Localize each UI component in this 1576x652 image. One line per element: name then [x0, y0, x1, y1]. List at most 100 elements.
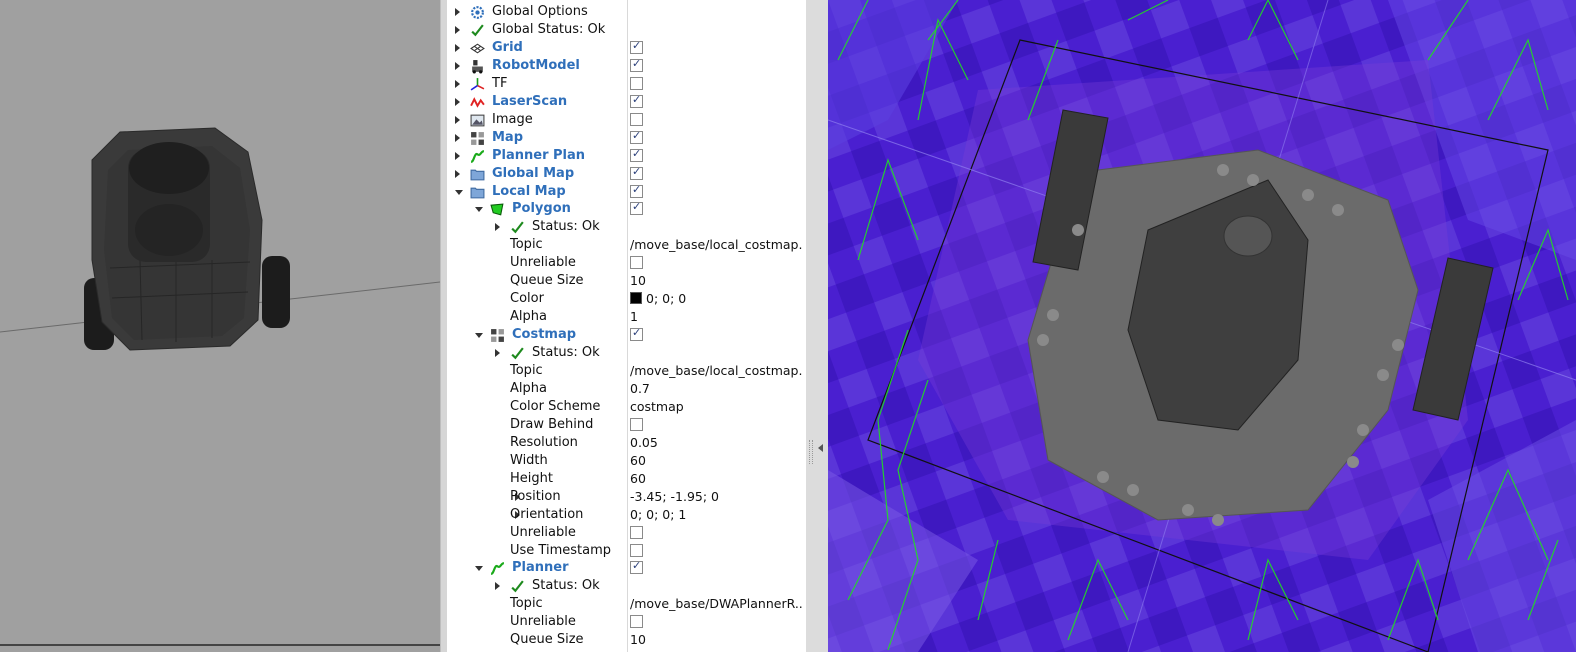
row-label: Alpha	[510, 309, 547, 325]
expand-right-icon[interactable]	[455, 133, 460, 142]
expand-right-icon[interactable]	[455, 43, 460, 52]
tree-row[interactable]: Color 0; 0; 0	[447, 290, 806, 308]
property-value[interactable]: 0; 0; 0	[630, 291, 686, 307]
tree-row[interactable]: Height 60	[447, 470, 806, 488]
expand-right-icon[interactable]	[495, 582, 500, 591]
enable-checkbox[interactable]	[630, 256, 643, 270]
tree-row[interactable]: Topic/move_base/local_costmap...	[447, 362, 806, 380]
tree-row[interactable]: Planner Plan	[447, 147, 806, 165]
enable-checkbox[interactable]	[630, 57, 643, 72]
expand-right-icon[interactable]	[495, 223, 500, 232]
tree-row[interactable]: LaserScan	[447, 93, 806, 111]
property-value[interactable]: /move_base/DWAPlannerR...	[630, 596, 802, 612]
property-value[interactable]: 10	[630, 632, 646, 648]
row-label: Use Timestamp	[510, 542, 611, 558]
enable-checkbox[interactable]	[630, 93, 643, 108]
tree-row[interactable]: Map	[447, 129, 806, 147]
property-value[interactable]: 60	[630, 471, 646, 487]
property-value[interactable]: 10	[630, 273, 646, 289]
expand-down-icon[interactable]	[475, 333, 483, 339]
tree-row[interactable]: Status: Ok	[447, 344, 806, 362]
tree-row[interactable]: Alpha 1	[447, 308, 806, 326]
splitter-grip[interactable]	[809, 440, 813, 464]
property-value[interactable]: /move_base/local_costmap...	[630, 237, 802, 253]
tree-row[interactable]: Costmap	[447, 326, 806, 344]
enable-checkbox[interactable]	[630, 559, 643, 575]
tree-row[interactable]: Topic/move_base/local_costmap...	[447, 236, 806, 254]
tree-row[interactable]: Orientation 0; 0; 0; 1	[447, 506, 806, 524]
tree-row[interactable]: Global Status: Ok	[447, 21, 806, 39]
color-swatch[interactable]	[630, 292, 642, 305]
property-value[interactable]: -3.45; -1.95; 0	[630, 489, 719, 505]
expand-right-icon[interactable]	[455, 25, 460, 34]
property-value[interactable]: 1	[630, 309, 638, 325]
tree-row[interactable]: Queue Size 10	[447, 272, 806, 290]
enable-checkbox[interactable]	[630, 112, 643, 126]
expand-right-icon[interactable]	[455, 61, 460, 70]
enable-checkbox[interactable]	[630, 76, 643, 90]
tree-row[interactable]: Status: Ok	[447, 577, 806, 595]
splitter-right[interactable]	[806, 0, 828, 652]
tree-row[interactable]: Queue Size 10	[447, 631, 806, 649]
enable-checkbox[interactable]	[630, 417, 643, 431]
expand-right-icon[interactable]	[455, 169, 460, 178]
property-value[interactable]: 60	[630, 453, 646, 469]
enable-checkbox[interactable]	[630, 525, 643, 539]
enable-checkbox[interactable]	[630, 165, 643, 180]
enable-checkbox[interactable]	[630, 39, 643, 54]
tree-row[interactable]: Position -3.45; -1.95; 0	[447, 488, 806, 506]
property-value[interactable]: 0.05	[630, 435, 658, 451]
expand-right-icon[interactable]	[455, 97, 460, 106]
expand-down-icon[interactable]	[455, 189, 463, 195]
enable-checkbox[interactable]	[630, 129, 643, 144]
property-value-text: 10	[630, 632, 646, 648]
collapse-panel-icon[interactable]	[818, 444, 823, 452]
expand-down-icon[interactable]	[475, 566, 483, 572]
tree-row[interactable]: RobotModel	[447, 57, 806, 75]
enable-checkbox[interactable]	[630, 147, 643, 162]
tree-row[interactable]: Resolution 0.05	[447, 434, 806, 452]
displays-tree[interactable]: Global Options Global Status: Ok Grid Robot…	[447, 0, 807, 652]
tree-row[interactable]: Unreliable	[447, 254, 806, 272]
tree-row[interactable]: Grid	[447, 39, 806, 57]
property-value[interactable]: 0; 0; 0; 1	[630, 507, 686, 523]
expand-right-icon[interactable]	[455, 151, 460, 160]
property-value-text: /move_base/local_costmap...	[630, 363, 802, 378]
tree-row[interactable]: Global Options	[447, 3, 806, 21]
tree-row[interactable]: Global Map	[447, 165, 806, 183]
enable-checkbox[interactable]	[630, 183, 643, 198]
tree-row[interactable]: Image	[447, 111, 806, 129]
render-view-camera[interactable]	[0, 0, 440, 652]
tree-row[interactable]: Unreliable	[447, 524, 806, 542]
expand-down-icon[interactable]	[475, 207, 483, 213]
property-value[interactable]: /move_base/local_costmap...	[630, 363, 802, 379]
tree-row[interactable]: Width 60	[447, 452, 806, 470]
tree-row[interactable]: Draw Behind	[447, 416, 806, 434]
property-value[interactable]: 0.7	[630, 381, 650, 397]
tree-row[interactable]: Topic/move_base/DWAPlannerR...	[447, 595, 806, 613]
row-label: RobotModel	[492, 57, 580, 73]
tree-row[interactable]: Color Scheme costmap	[447, 398, 806, 416]
expand-right-icon[interactable]	[495, 349, 500, 358]
enable-checkbox[interactable]	[630, 200, 643, 216]
tree-row[interactable]: Alpha 0.7	[447, 380, 806, 398]
tree-row[interactable]: Planner	[447, 559, 806, 577]
tree-row[interactable]: Status: Ok	[447, 218, 806, 236]
row-label: Status: Ok	[532, 345, 600, 361]
tree-row[interactable]: Use Timestamp	[447, 542, 806, 560]
expand-right-icon[interactable]	[455, 8, 460, 16]
enable-checkbox[interactable]	[630, 615, 643, 629]
render-view-topdown[interactable]	[828, 0, 1576, 652]
property-value[interactable]: costmap	[630, 399, 684, 415]
row-label: Polygon	[512, 201, 571, 217]
enable-checkbox[interactable]	[630, 543, 643, 557]
expand-right-icon[interactable]	[455, 79, 460, 88]
tree-row[interactable]: Polygon	[447, 200, 806, 218]
path-icon	[470, 149, 485, 163]
enable-checkbox[interactable]	[630, 326, 643, 342]
tree-row[interactable]: TF	[447, 75, 806, 93]
check-icon	[510, 346, 525, 360]
expand-right-icon[interactable]	[455, 115, 460, 124]
tree-row[interactable]: Unreliable	[447, 613, 806, 631]
tree-row[interactable]: Local Map	[447, 183, 806, 201]
